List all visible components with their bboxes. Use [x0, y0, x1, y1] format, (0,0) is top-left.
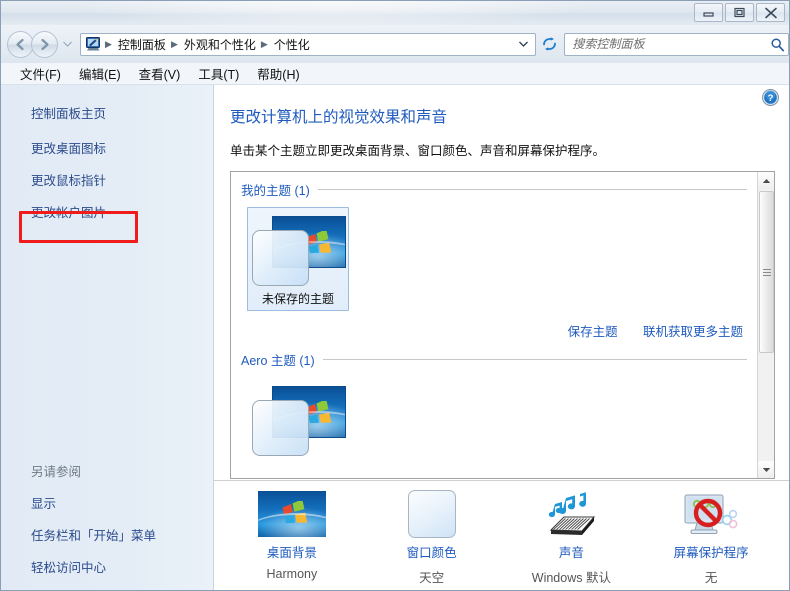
maximize-button[interactable] [725, 3, 754, 22]
breadcrumb: ▶ 控制面板 ▶ 外观和个性化 ▶ 个性化 [102, 36, 535, 53]
window-controls [692, 3, 785, 22]
page-title: 更改计算机上的视觉效果和声音 [230, 105, 775, 127]
address-dropdown-icon[interactable] [515, 34, 531, 55]
windows-logo-icon [282, 501, 308, 525]
color-swatch-icon [372, 489, 492, 539]
shortcut-label[interactable]: 屏幕保护程序 [651, 542, 771, 561]
breadcrumb-item-1[interactable]: 外观和个性化 [182, 36, 258, 53]
shortcut-value: Windows 默认 [511, 567, 631, 586]
shortcut-value: 天空 [372, 567, 492, 586]
title-bar-sheen [1, 1, 789, 25]
theme-list-box: 我的主题 (1) [230, 171, 775, 479]
theme-tile-aero[interactable] [247, 377, 349, 460]
menu-help[interactable]: 帮助(H) [248, 62, 308, 85]
window-glass-preview [252, 400, 309, 456]
shortcut-label[interactable]: 桌面背景 [232, 542, 352, 561]
nav-buttons [7, 31, 74, 58]
shortcut-desktop-background[interactable]: 桌面背景 Harmony [232, 489, 352, 581]
control-panel-icon [84, 36, 102, 52]
main-pane: ? 更改计算机上的视觉效果和声音 单击某个主题立即更改桌面背景、窗口颜色、声音和… [214, 85, 789, 590]
breadcrumb-separator-0: ▶ [102, 39, 116, 50]
menu-file[interactable]: 文件(F) [11, 62, 70, 85]
sidebar-links: 控制面板主页 更改桌面图标 更改鼠标指针 更改帐户图片 [1, 85, 213, 221]
scrollbar-grip-icon [763, 267, 771, 278]
see-also-ease-of-access-center[interactable]: 轻松访问中心 [31, 557, 211, 576]
shortcut-screen-saver[interactable]: 屏幕保护程序 无 [651, 489, 771, 586]
search-input[interactable] [565, 36, 766, 52]
title-bar [1, 1, 789, 25]
shortcut-value: Harmony [232, 567, 352, 581]
sound-notes-icon [511, 489, 631, 539]
menu-bar: 文件(F) 编辑(E) 查看(V) 工具(T) 帮助(H) [1, 63, 789, 85]
breadcrumb-item-2[interactable]: 个性化 [272, 36, 312, 53]
search-icon[interactable] [766, 37, 788, 52]
windows-logo-icon [306, 401, 332, 425]
forward-button[interactable] [31, 31, 58, 58]
minimize-button[interactable] [694, 3, 723, 22]
breadcrumb-separator-2[interactable]: ▶ [258, 39, 272, 50]
screensaver-disabled-icon [651, 489, 771, 539]
theme-group-title: Aero 主题 (1) [241, 350, 315, 369]
theme-tile-label: 未保存的主题 [252, 290, 344, 307]
search-box[interactable] [564, 33, 789, 56]
windows-logo-icon [306, 231, 332, 255]
refresh-button[interactable] [539, 33, 559, 55]
help-icon[interactable]: ? [762, 89, 779, 106]
settings-shortcuts-bar: 桌面背景 Harmony 窗口颜色 天空 [214, 480, 789, 590]
sidebar-item-change-mouse-pointers[interactable]: 更改鼠标指针 [31, 170, 106, 189]
shortcut-sounds[interactable]: 声音 Windows 默认 [511, 489, 631, 586]
breadcrumb-separator-1[interactable]: ▶ [168, 39, 182, 50]
theme-thumbnail [252, 382, 346, 456]
shortcut-window-color[interactable]: 窗口颜色 天空 [372, 489, 492, 586]
window-glass-preview [252, 230, 309, 286]
recent-locations-dropdown[interactable] [60, 34, 74, 54]
theme-thumbnail [252, 212, 346, 286]
theme-scroll-area: 我的主题 (1) [231, 172, 757, 478]
theme-list-scrollbar[interactable] [757, 172, 774, 478]
shortcut-value: 无 [651, 567, 771, 586]
wallpaper-thumbnail-icon [232, 489, 352, 539]
back-button[interactable] [7, 31, 34, 58]
get-more-themes-online-link[interactable]: 联机获取更多主题 [643, 325, 743, 339]
menu-view[interactable]: 查看(V) [130, 62, 190, 85]
scrollbar-thumb[interactable] [759, 191, 774, 353]
shortcut-label[interactable]: 窗口颜色 [372, 542, 492, 561]
group-divider [318, 189, 747, 190]
close-button[interactable] [756, 3, 785, 22]
theme-actions: 保存主题 联机获取更多主题 [241, 321, 757, 340]
personalization-window: ▶ 控制面板 ▶ 外观和个性化 ▶ 个性化 [0, 0, 790, 591]
sidebar-item-change-account-picture[interactable]: 更改帐户图片 [31, 202, 106, 221]
theme-tile-unsaved[interactable]: 未保存的主题 [247, 207, 349, 311]
see-also-section: 另请参阅 显示 任务栏和「开始」菜单 轻松访问中心 [31, 461, 211, 578]
address-bar[interactable]: ▶ 控制面板 ▶ 外观和个性化 ▶ 个性化 [80, 33, 536, 56]
breadcrumb-item-0[interactable]: 控制面板 [116, 36, 168, 53]
content-area: 控制面板主页 更改桌面图标 更改鼠标指针 更改帐户图片 另请参阅 显示 任务栏和… [1, 85, 789, 590]
see-also-display[interactable]: 显示 [31, 493, 211, 512]
see-also-title: 另请参阅 [31, 461, 211, 480]
see-also-taskbar-start-menu[interactable]: 任务栏和「开始」菜单 [31, 525, 211, 544]
menu-edit[interactable]: 编辑(E) [70, 62, 130, 85]
svg-text:?: ? [768, 93, 774, 104]
theme-group-title: 我的主题 (1) [241, 180, 310, 199]
theme-group-header-aero-themes: Aero 主题 (1) [241, 350, 757, 369]
save-theme-link[interactable]: 保存主题 [568, 325, 618, 339]
sidebar: 控制面板主页 更改桌面图标 更改鼠标指针 更改帐户图片 另请参阅 显示 任务栏和… [1, 85, 214, 590]
shortcut-label[interactable]: 声音 [511, 542, 631, 561]
scroll-down-button[interactable] [758, 461, 775, 478]
sidebar-item-control-panel-home[interactable]: 控制面板主页 [31, 103, 106, 122]
menu-tools[interactable]: 工具(T) [189, 62, 248, 85]
navigation-bar: ▶ 控制面板 ▶ 外观和个性化 ▶ 个性化 [1, 25, 789, 63]
group-divider [323, 359, 747, 360]
theme-group-header-my-themes: 我的主题 (1) [241, 180, 757, 199]
sidebar-item-change-desktop-icons[interactable]: 更改桌面图标 [31, 138, 106, 157]
scroll-up-button[interactable] [758, 172, 775, 189]
page-subtitle: 单击某个主题立即更改桌面背景、窗口颜色、声音和屏幕保护程序。 [230, 140, 775, 159]
